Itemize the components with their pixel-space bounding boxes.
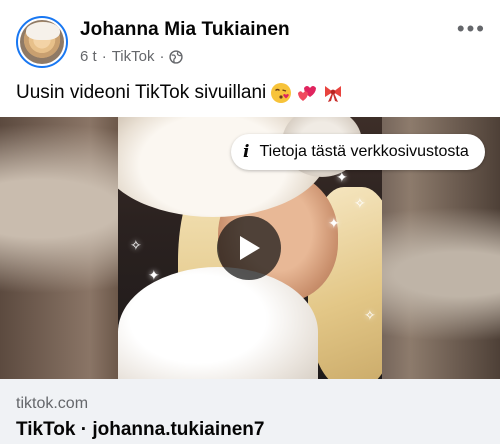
website-info-button[interactable]: i Tietoja tästä verkkosivustosta bbox=[231, 134, 485, 170]
link-title[interactable]: TikTok · johanna.tukiainen7 bbox=[16, 419, 264, 441]
link-preview[interactable]: tiktok.com TikTok · johanna.tukiainen7 bbox=[0, 379, 500, 444]
link-domain: tiktok.com bbox=[16, 395, 89, 412]
post-message-text: Uusin videoni TikTok sivuillani bbox=[16, 82, 267, 103]
play-button[interactable] bbox=[217, 216, 281, 280]
author-name[interactable]: Johanna Mia Tukiainen bbox=[80, 19, 290, 41]
post-time[interactable]: 6 t bbox=[80, 48, 97, 65]
website-info-label: Tietoja tästä verkkosivustosta bbox=[259, 143, 469, 160]
feed-post: Johanna Mia Tukiainen 6 t · TikTok · •••… bbox=[0, 0, 500, 444]
avatar[interactable] bbox=[16, 16, 68, 68]
ribbon-icon bbox=[325, 86, 342, 102]
info-icon: i bbox=[243, 142, 250, 162]
hearts-icon bbox=[298, 86, 317, 101]
meta-separator: · bbox=[101, 48, 107, 65]
meta-separator: · bbox=[159, 48, 165, 65]
post-source: TikTok bbox=[111, 48, 155, 65]
avatar-image bbox=[20, 20, 64, 64]
post-message: Uusin videoni TikTok sivuillani bbox=[16, 82, 344, 104]
kissing-heart-emoji-icon bbox=[271, 83, 292, 103]
globe-icon[interactable] bbox=[169, 49, 184, 64]
post-meta: 6 t · TikTok · bbox=[80, 48, 184, 65]
play-icon bbox=[240, 236, 260, 260]
more-options-icon[interactable]: ••• bbox=[457, 18, 486, 40]
